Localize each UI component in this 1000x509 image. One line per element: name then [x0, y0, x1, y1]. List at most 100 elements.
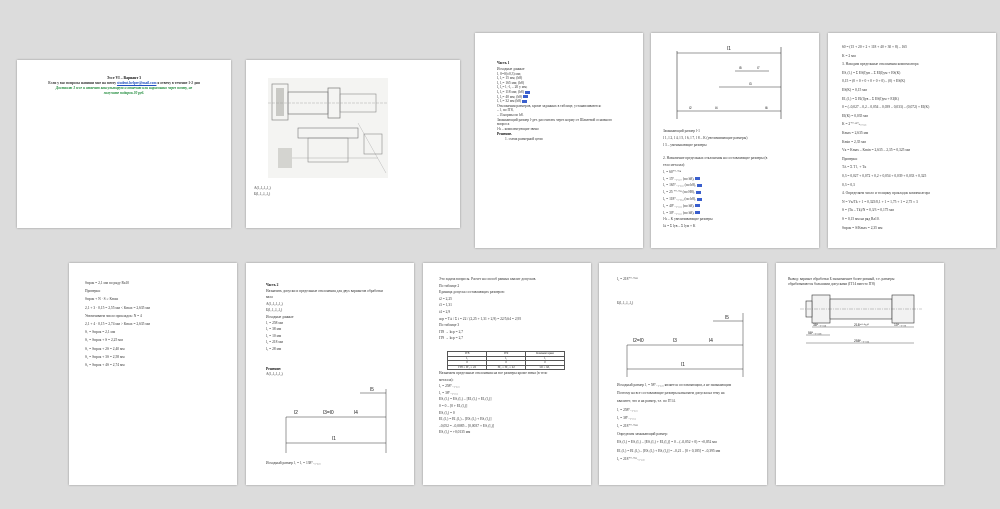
- variant-b-caption: Б(l₁,l₂,l₃,l₄): [617, 301, 634, 305]
- text-line: Sпрок = 2,1 мм по ряду Ra10: [85, 281, 130, 285]
- document-canvas: { "page1": { "title": "Эссе VI – Вариант…: [0, 0, 1000, 509]
- text-line: Замыкающий размер l-дет. рассчитать чере…: [497, 117, 613, 122]
- text-line: тело металла):: [663, 163, 686, 167]
- label-l3: l3: [673, 338, 677, 344]
- text-line: 0,15 = (0 + 0 + 0 + 0 + 0 + 0) – (0) + E…: [842, 79, 906, 84]
- label-l1: l1: [332, 436, 336, 442]
- text-line: l₄ = 218 мм: [266, 340, 283, 345]
- label-l3: l3: [749, 82, 752, 86]
- quality-table: IT8 IT9 Комментарии l₂ l₃ l₄ 0 0 0 IT8 = IT₈ = 22…: [446, 351, 566, 371]
- text-line: l₁ = 258⁰₋₀.₀₂₂: [617, 407, 638, 412]
- highlight-mark: [523, 95, 529, 99]
- text-line: l₂ = 38 мм: [266, 327, 282, 332]
- text-line: K = 2 мм: [842, 53, 856, 58]
- text-line: N = Vк/Tk + 1 = 0,325/0,1 + 1 = 1,75 + 1…: [842, 199, 918, 204]
- text-line: EI₁(l₁) = EI₁(l₂) – [ES₁(l₃) + ES₁(l₄)]: [439, 417, 492, 422]
- text-line: Поэтому на все составляющие размеры назн…: [617, 391, 725, 396]
- text-line: S₃ = Sпрок + 2S = 2,40 мм: [85, 346, 125, 351]
- page-9: l₄ = 218⁺⁰·⁰¹³⁵ Б(l₁,l₂,l₃,l₄) l5 l2=l0 …: [599, 263, 767, 485]
- text-line: Sпрок = S/Kmax = 2,35 мм: [842, 225, 883, 230]
- text-line: i3 = 1,31: [439, 303, 452, 308]
- highlight-mark: [695, 204, 701, 208]
- text-line: IT8 → kср = 2,7: [439, 329, 464, 334]
- text-line: 0,3 = 0,027 + 0,072 + 0,2 + 0,054 + 0,03…: [842, 174, 927, 178]
- table-cell: l2l = l2l₁: [524, 364, 566, 371]
- label-l4: l4: [715, 106, 718, 110]
- text-line: A(l₁,l₂,l₃,l₄): [266, 301, 283, 306]
- contact-email-link[interactable]: student.helper@mail.com: [117, 81, 156, 85]
- text-line: Проверка:: [85, 289, 101, 294]
- text-line: l₅ = 28 мм: [266, 346, 282, 351]
- highlight-mark: [522, 99, 528, 103]
- promo-line-1: Доставлю 3 эссе и отвечаю консультирую и…: [55, 86, 193, 90]
- text-line: Назначить допуски и предельные отклонени…: [266, 289, 383, 293]
- text-line: EI₁(l₁) = Σ EI(l)ув – Σ ES(l)ум + EI(K): [842, 96, 899, 101]
- highlight-mark: [524, 90, 530, 94]
- page-8: Это задача вопросы. Расчет на способ рав…: [423, 263, 591, 485]
- label-l6: l6: [765, 106, 768, 110]
- text-line: S₅ = Sпрок + 4S = 2,74 мм: [85, 363, 125, 367]
- text-line: l₁ = 60⁺⁰·⁰⁹⁴: [663, 169, 682, 174]
- highlight-mark: [695, 177, 701, 181]
- text-line: 3. Находим предельные отклонения компенс…: [842, 62, 919, 67]
- label-l5: l5: [725, 315, 729, 321]
- text-line: i4 = 2,9: [439, 310, 451, 314]
- contact-line: Если у вас вопросы напиши мне на почту s…: [17, 81, 231, 85]
- page-10: Вывод: вариант обработки Б экономичнее б…: [776, 263, 944, 485]
- highlight-mark: [697, 184, 703, 188]
- text-line: По таблице 3: [439, 323, 460, 328]
- text-line: Kmax = 2,635 мм: [842, 131, 869, 135]
- label-l1: l1: [681, 362, 685, 368]
- contact-text-post: я отвечу в течение 1-2 дня: [157, 81, 200, 85]
- text-line: Увеличиваем число прокладок: N = 4: [85, 313, 142, 318]
- text-line: Sпрок + N · S ≥ Kmax: [85, 297, 119, 302]
- promo-line-2: получите подарок 20 руб.: [103, 91, 145, 95]
- text-line: l₃ = 10 мм: [266, 333, 282, 338]
- text-line: квалитет, что и на размер, т.е. по IT14.: [617, 399, 676, 404]
- text-line: S₁ = Sпрок = 2,1 мм: [85, 330, 116, 335]
- label-l7: l7: [757, 66, 760, 70]
- part2-heading: Часть 2: [266, 283, 279, 287]
- text-line: l₀ = 218⁺⁰·⁰⁵²₋₀.₃₉₅: [617, 456, 645, 461]
- text-line: l₆ = 40⁰₋₀.₀₃₉ (по h8),: [663, 204, 701, 208]
- text-line: ES₁(l₁) = ES₁(l₂) – [EI₁(l₃) + EI₁(l₄)]: [439, 397, 492, 402]
- page-5: 60 = (15 + 20 + 2 + 118 + 40 + 30 + 8) –…: [828, 33, 996, 248]
- page-1: Эссе VI – Вариант 3 Если у вас вопросы н…: [17, 60, 231, 228]
- text-line: aср = T∆ / Σ i = 22 / (2,25 + 1,31 + 2,9…: [439, 316, 522, 321]
- text-line: ES(K) = 0,15 мм: [842, 88, 867, 92]
- solution-heading: Решение.: [497, 132, 513, 136]
- label-l4: l4: [709, 338, 713, 344]
- dim-218: 218⁺⁰·⁰¹³⁵: [854, 323, 870, 327]
- text-line: l₅ = 118⁰₋₀.₀₅₄ (по h8),: [663, 197, 702, 201]
- text-line: ES₁(l₁) = ES₁(l₂) – [ES₁(l₃) + EI₁(l₄)] …: [617, 440, 717, 445]
- dim-258: 258⁰₋₀.₀₂₂: [854, 339, 870, 343]
- text-line: 0 = 0 – [0 + EI₁(l₄)]: [439, 404, 468, 408]
- text-line: l₂ = 15⁰₋₀.₀₂₇ (по h8),: [663, 177, 701, 181]
- part2-variant-caption: A(l₁,l₂,l₃,l₄): [266, 372, 283, 376]
- text-line: По таблице 2: [439, 283, 460, 288]
- text-line: Kmin = 2,35 мм: [842, 139, 866, 144]
- part1-heading: Часть 1: [497, 61, 510, 65]
- table-row: IT8 = IT₈ = 22 IT₉ = IT₉ = 22 l2l = l2l₁: [446, 364, 566, 371]
- text-line: Назначаем предельные отклонения на все р…: [439, 371, 548, 375]
- text-line: обрабатываются большими допусками (IT14 …: [788, 281, 875, 286]
- text-line: 4. Определяем число и толщину прокладок …: [842, 191, 930, 196]
- variant-a-caption: A(l₁,l₂,l₃,l₄): [254, 186, 271, 190]
- text-line: T∆ = Σ T l₁ + Tк: [842, 165, 867, 170]
- text-line: 2. Назначение предельных отклонения на с…: [663, 156, 768, 161]
- variant-b-chain-diagram: l5 l2=l0 l3 l4 l1: [626, 313, 744, 377]
- text-line: вала: [266, 295, 273, 300]
- table-cell: IT8 = IT₈ = 22: [446, 364, 488, 371]
- dimension-chain-diagram: l1 l5 l7 l3 l2 l4 l6: [676, 46, 782, 119]
- part2-solution-heading: Решение:: [266, 367, 282, 371]
- dim-38: 38⁰₋₀.₀₁₆: [813, 323, 827, 327]
- text-line: Замыкающий размер l-1: [663, 129, 700, 133]
- l4-result-line: l₄ = 218⁺⁰·⁰¹³⁵: [617, 277, 638, 281]
- label-l5: l5: [370, 387, 374, 393]
- shaft-drawing: 38⁰₋₀.₀₁₆ 218⁺⁰·⁰¹³⁵ 10⁰₋₀.₀₉ 58⁰₋₀.₀₂₈ …: [800, 294, 922, 344]
- text-line: 0 = (–0,027 – 0,2 – 0,054 – 0,039 – 0,03…: [842, 105, 930, 110]
- text-line: Определим замыкающий размер:: [617, 432, 668, 437]
- technical-drawing-scan: [268, 78, 388, 178]
- text-line: S = (Tк – Tk)/N = 0,3/3 = 0,175 мм: [842, 208, 894, 213]
- text-line: EI(K) = 0,035 мм: [842, 113, 868, 118]
